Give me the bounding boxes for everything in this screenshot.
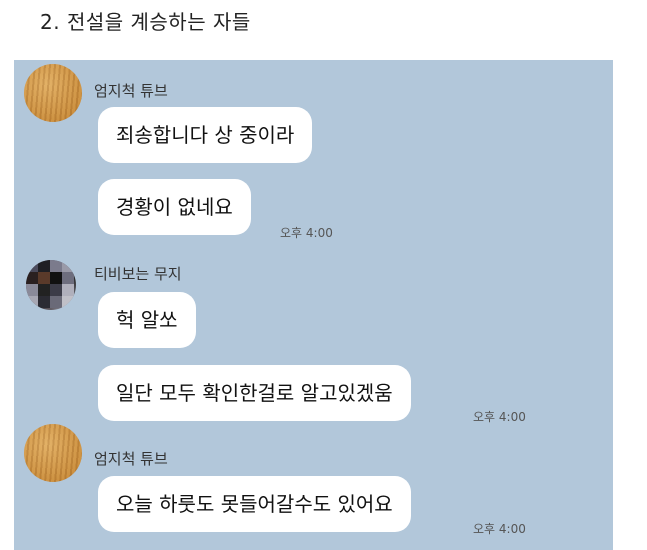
sender-name: 티비보는 무지 [94, 265, 182, 283]
avatar-tube[interactable] [24, 64, 82, 122]
message-bubble[interactable]: 오늘 하룻도 못들어갈수도 있어요 [98, 476, 411, 532]
message-bubble[interactable]: 경황이 없네요 [98, 179, 251, 235]
post-heading: 2. 전설을 계승하는 자들 [40, 10, 251, 34]
message-time: 오후 4:00 [473, 410, 526, 424]
sender-name: 엄지척 튜브 [94, 450, 168, 468]
message-bubble[interactable]: 헉 알쏘 [98, 292, 196, 348]
message-bubble[interactable]: 죄송합니다 상 중이라 [98, 107, 313, 163]
chat-screenshot: 엄지척 튜브 죄송합니다 상 중이라 경황이 없네요 오후 4:00 티비보는 … [14, 60, 613, 550]
message-time: 오후 4:00 [473, 522, 526, 536]
message-bubble[interactable]: 일단 모두 확인한걸로 알고있겠움 [98, 365, 411, 421]
sender-name: 엄지척 튜브 [94, 82, 168, 100]
message-time: 오후 4:00 [280, 226, 333, 240]
avatar-muzi[interactable] [26, 260, 76, 310]
avatar-tube[interactable] [24, 424, 82, 482]
